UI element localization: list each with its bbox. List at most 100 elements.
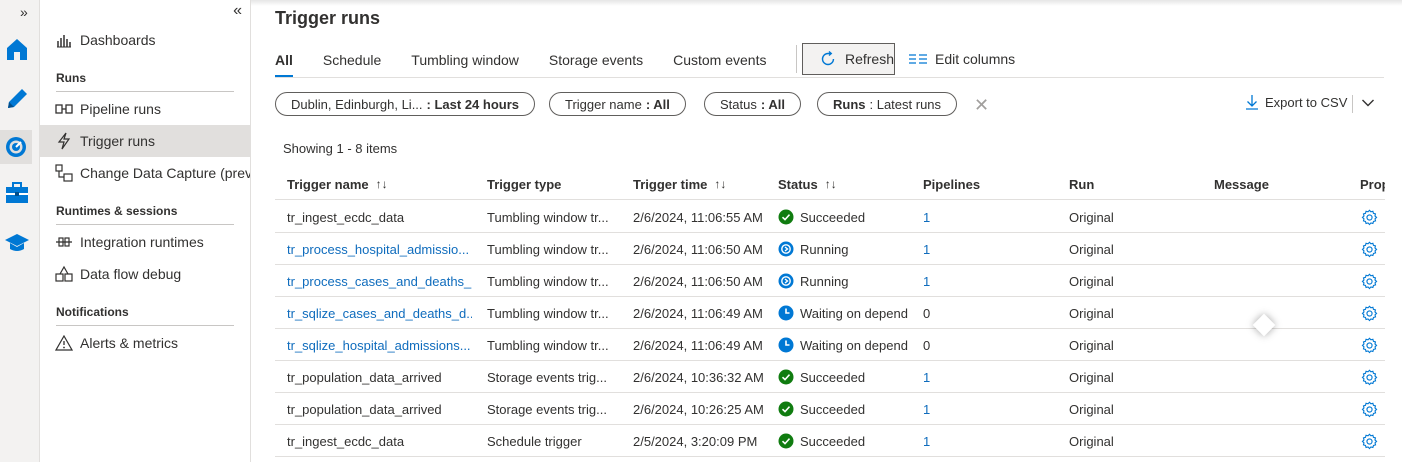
properties-gear-icon[interactable] — [1361, 425, 1379, 457]
timezone-filter-pill[interactable]: Dublin, Edinburgh, Li... : Last 24 hours — [275, 92, 535, 116]
nav-item-data-flow-debug[interactable]: Data flow debug — [40, 258, 250, 290]
tab-custom-events[interactable]: Custom events — [673, 43, 766, 77]
nav-item-alerts-metrics[interactable]: Alerts & metrics — [40, 327, 250, 359]
col-header-trigger-time[interactable]: Trigger time ↑↓ — [633, 168, 726, 200]
refresh-button[interactable]: Refresh — [802, 43, 895, 75]
properties-gear-icon[interactable] — [1361, 361, 1379, 393]
nav-item-dashboards[interactable]: Dashboards — [40, 24, 250, 56]
trigger-time-cell: 2/5/2024, 3:20:09 PM — [633, 433, 758, 449]
table-row[interactable]: tr_process_hospital_admissio... Tumbling … — [275, 233, 1385, 265]
nav-item-label: Alerts & metrics — [80, 335, 179, 351]
col-header-trigger-name[interactable]: Trigger name ↑↓ — [287, 168, 388, 200]
export-csv-button[interactable]: Export to CSV — [1245, 94, 1347, 110]
status-text: Succeeded — [800, 433, 866, 449]
table-row[interactable]: tr_sqlize_hospital_admissions... Tumbling… — [275, 329, 1385, 361]
properties-gear-icon[interactable] — [1361, 393, 1379, 425]
pipelines-cell[interactable]: 1 — [923, 201, 963, 233]
tab-all[interactable]: All — [275, 43, 293, 77]
header-label: Trigger name — [287, 176, 369, 192]
trigger-time-cell: 2/6/2024, 11:06:55 AM — [633, 209, 763, 225]
nav-item-label: Dashboards — [80, 32, 156, 48]
table-header: Trigger name ↑↓ Trigger type Trigger tim… — [275, 168, 1385, 200]
trigger-type-cell: Storage events trig... — [487, 369, 607, 385]
dashboard-chart-icon — [54, 31, 74, 49]
success-check-icon — [778, 369, 794, 385]
item-count-text: Showing 1 - 8 items — [283, 141, 398, 156]
trigger-name-cell[interactable]: tr_sqlize_hospital_admissions... — [287, 329, 472, 361]
tab-tumbling-window[interactable]: Tumbling window — [411, 43, 519, 77]
col-header-run[interactable]: Run — [1069, 168, 1094, 200]
pencil-author-icon[interactable] — [4, 86, 30, 112]
pipelines-cell[interactable]: 1 — [923, 393, 963, 425]
icon-rail: » — [0, 0, 40, 462]
filter-value: : All — [760, 96, 785, 112]
sort-icon[interactable]: ↑↓ — [376, 177, 388, 191]
filter-value: : Latest runs — [869, 96, 942, 112]
trigger-name-filter-pill[interactable]: Trigger name : All — [549, 92, 686, 116]
running-icon — [778, 241, 794, 257]
table-row[interactable]: tr_population_data_arrived Storage events… — [275, 393, 1385, 425]
col-header-message[interactable]: Message — [1214, 168, 1269, 200]
run-cell: Original — [1069, 337, 1114, 353]
nav-item-pipeline-runs[interactable]: Pipeline runs — [40, 93, 250, 125]
table-row[interactable]: tr_ingest_ecdc_data Schedule trigger 2/5/2… — [275, 425, 1385, 457]
col-header-pipelines[interactable]: Pipelines — [923, 168, 980, 200]
nav-heading-runs: Runs — [56, 71, 86, 85]
pipelines-cell[interactable]: 1 — [923, 233, 963, 265]
trigger-type-tabs: All Schedule Tumbling window Storage eve… — [275, 43, 796, 77]
pipelines-cell[interactable]: 1 — [923, 425, 963, 457]
properties-gear-icon[interactable] — [1361, 233, 1379, 265]
collapse-nav-icon[interactable]: « — [233, 2, 242, 20]
trigger-time-cell: 2/6/2024, 11:06:50 AM — [633, 241, 763, 257]
table-row[interactable]: tr_process_cases_and_deaths_... Tumbling … — [275, 265, 1385, 297]
table-row[interactable]: tr_population_data_arrived Storage events… — [275, 361, 1385, 393]
status-text: Succeeded — [800, 401, 866, 417]
trigger-name-cell[interactable]: tr_sqlize_cases_and_deaths_d... — [287, 297, 472, 329]
status-text: Waiting on depend — [800, 305, 908, 321]
col-header-properties[interactable]: Prop — [1360, 168, 1385, 200]
trigger-name-cell[interactable]: tr_process_hospital_admissio... — [287, 233, 472, 265]
trigger-name-cell[interactable]: tr_process_cases_and_deaths_... — [287, 265, 472, 297]
export-divider — [1352, 95, 1353, 113]
monitor-gauge-icon[interactable] — [0, 130, 32, 164]
nav-item-trigger-runs[interactable]: Trigger runs — [40, 125, 250, 157]
clock-waiting-icon — [778, 337, 794, 353]
home-icon[interactable] — [4, 36, 30, 62]
top-shadow — [251, 0, 1402, 6]
sort-icon[interactable]: ↑↓ — [714, 177, 726, 191]
table-row[interactable]: tr_ingest_ecdc_data Tumbling window tr...… — [275, 201, 1385, 233]
properties-gear-icon[interactable] — [1361, 297, 1379, 329]
expand-rail-icon[interactable]: » — [20, 4, 28, 20]
pipelines-cell[interactable]: 1 — [923, 265, 963, 297]
pipelines-cell[interactable]: 1 — [923, 361, 963, 393]
table-row[interactable]: tr_sqlize_cases_and_deaths_d... Tumbling … — [275, 297, 1385, 329]
success-check-icon — [778, 209, 794, 225]
runs-filter-pill[interactable]: Runs : Latest runs — [817, 92, 958, 116]
status-cell: Succeeded — [778, 393, 912, 425]
tab-storage-events[interactable]: Storage events — [549, 43, 643, 77]
nav-item-change-data-capture[interactable]: Change Data Capture (previ... — [40, 157, 250, 189]
nav-item-label: Pipeline runs — [80, 101, 161, 117]
main-content: Trigger runs All Schedule Tumbling windo… — [251, 0, 1402, 462]
edit-columns-button[interactable]: Edit columns — [909, 43, 1015, 75]
download-icon — [1246, 95, 1258, 110]
success-check-icon — [778, 433, 794, 449]
sort-icon[interactable]: ↑↓ — [825, 177, 837, 191]
col-header-trigger-type[interactable]: Trigger type — [487, 168, 561, 200]
filter-label: Trigger name — [565, 96, 642, 112]
manage-toolbox-icon[interactable] — [4, 180, 30, 206]
edit-columns-icon — [909, 54, 927, 64]
header-label: Prop — [1360, 176, 1385, 192]
col-header-status[interactable]: Status ↑↓ — [778, 168, 837, 200]
status-cell: Waiting on depend — [778, 297, 912, 329]
nav-item-integration-runtimes[interactable]: Integration runtimes — [40, 226, 250, 258]
chevron-down-icon[interactable] — [1361, 94, 1375, 112]
properties-gear-icon[interactable] — [1361, 265, 1379, 297]
learning-hat-icon[interactable] — [4, 230, 30, 256]
properties-gear-icon[interactable] — [1361, 329, 1379, 361]
tab-schedule[interactable]: Schedule — [323, 43, 381, 77]
clear-filters-icon[interactable]: ✕ — [974, 95, 989, 116]
status-filter-pill[interactable]: Status : All — [704, 92, 801, 116]
properties-gear-icon[interactable] — [1361, 201, 1379, 233]
trigger-name-cell: tr_ingest_ecdc_data — [287, 209, 405, 225]
